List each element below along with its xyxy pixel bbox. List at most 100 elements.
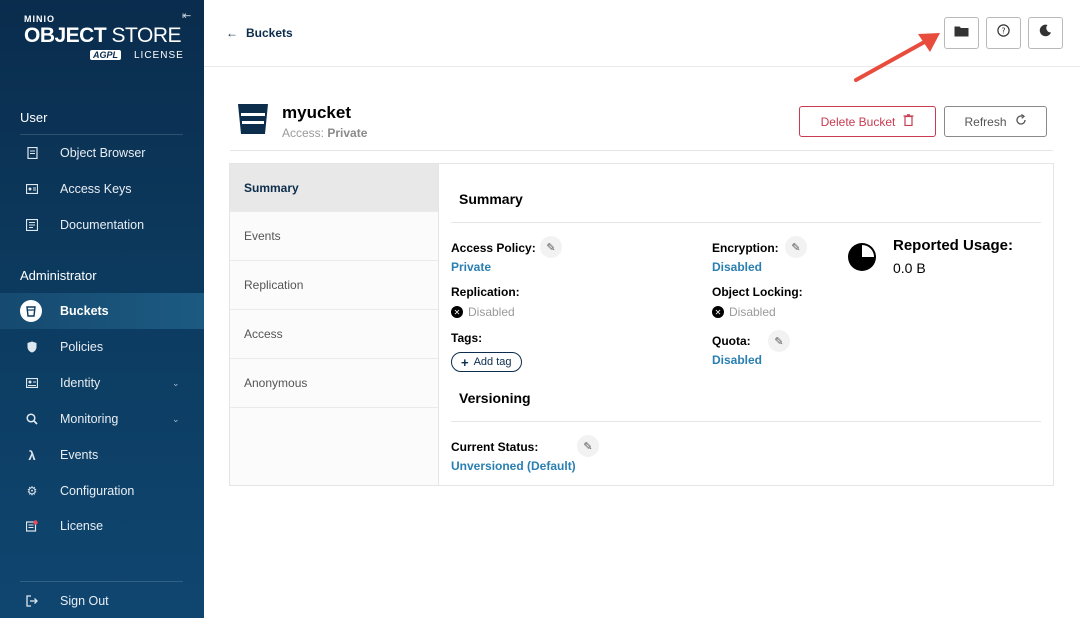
minio-logo: MINIO OBJECT STORE AGPL LICENSE [24, 12, 184, 68]
gear-icon: ⚙ [26, 484, 38, 498]
edit-access-policy-button[interactable]: ✎ [540, 236, 562, 258]
tab-replication[interactable]: Replication [230, 261, 438, 310]
sidebar-item-object-browser[interactable]: Object Browser [0, 135, 204, 171]
sidebar-item-label: License [60, 519, 104, 533]
logo-title: OBJECT STORE [24, 24, 182, 47]
document-icon [24, 217, 40, 233]
sidebar-item-label: Documentation [60, 218, 145, 232]
bucket-icon [20, 300, 42, 322]
back-to-buckets-link[interactable]: ← Buckets [226, 26, 293, 40]
license-icon [24, 518, 40, 534]
encryption-label: Encryption: [712, 241, 779, 255]
edit-versioning-button[interactable]: ✎ [577, 435, 599, 457]
tab-anonymous[interactable]: Anonymous [230, 359, 438, 408]
sidebar-item-label: Identity [60, 376, 101, 390]
refresh-button[interactable]: Refresh [944, 106, 1047, 137]
sign-out-icon [24, 593, 40, 609]
add-tag-button[interactable]: + Add tag [451, 352, 522, 372]
lambda-icon: λ [28, 447, 36, 463]
logo-brand: MINIO [24, 14, 55, 24]
sidebar-item-label: Access Keys [60, 182, 132, 196]
divider [20, 581, 183, 582]
quota-value[interactable]: Disabled [712, 353, 762, 367]
disabled-x-icon: ✕ [712, 306, 724, 318]
pencil-icon: ✎ [546, 241, 556, 254]
section-title-administrator: Administrator [20, 268, 97, 283]
encryption-value[interactable]: Disabled [712, 260, 762, 274]
sidebar-item-license[interactable]: License [0, 508, 204, 544]
id-card-icon [24, 375, 40, 391]
sidebar-item-events[interactable]: λ Events [0, 437, 204, 473]
divider [451, 421, 1041, 422]
plus-icon: + [461, 354, 469, 370]
logo-agpl-badge: AGPL [90, 50, 122, 60]
tab-summary[interactable]: Summary [230, 164, 438, 212]
chevron-down-icon: ⌄ [172, 413, 180, 424]
disabled-x-icon: ✕ [451, 306, 463, 318]
bucket-access: Access: Private [282, 126, 368, 140]
summary-title: Summary [459, 191, 523, 207]
trash-icon [903, 114, 914, 129]
tab-list: Summary Events Replication Access Anonym… [230, 164, 439, 485]
sidebar-item-identity[interactable]: Identity ⌄ [0, 365, 204, 401]
sidebar-item-label: Buckets [60, 304, 109, 318]
divider [230, 150, 1053, 151]
sidebar-item-policies[interactable]: Policies [0, 329, 204, 365]
key-card-icon [24, 181, 40, 197]
add-tag-label: Add tag [473, 356, 512, 368]
help-button[interactable]: ? [986, 17, 1021, 49]
collapse-sidebar-icon[interactable]: ⇤ [182, 9, 196, 23]
sidebar: MINIO OBJECT STORE AGPL LICENSE ⇤ User O… [0, 0, 204, 618]
access-policy-label: Access Policy: [451, 241, 536, 255]
edit-quota-button[interactable]: ✎ [768, 330, 790, 352]
magnifier-icon [24, 411, 40, 427]
access-value: Private [327, 126, 368, 140]
sidebar-item-label: Monitoring [60, 412, 119, 426]
quota-label: Quota: [712, 334, 751, 348]
pencil-icon: ✎ [791, 241, 801, 254]
sidebar-item-label: Object Browser [60, 146, 146, 160]
refresh-icon [1015, 113, 1027, 129]
sidebar-item-label: Policies [60, 340, 104, 354]
divider [451, 222, 1041, 223]
sign-out-label: Sign Out [60, 594, 109, 608]
object-locking-value: ✕ Disabled [712, 305, 776, 319]
object-browser-button[interactable] [944, 17, 979, 49]
tab-access[interactable]: Access [230, 310, 438, 359]
delete-bucket-button[interactable]: Delete Bucket [799, 106, 936, 137]
file-icon [24, 145, 40, 161]
reported-usage-value: 0.0 B [893, 260, 926, 276]
dark-mode-icon [1039, 24, 1052, 42]
sidebar-item-configuration[interactable]: ⚙ Configuration [0, 473, 204, 509]
dark-mode-button[interactable] [1028, 17, 1063, 49]
pencil-icon: ✎ [774, 335, 784, 348]
tab-events[interactable]: Events [230, 212, 438, 261]
sidebar-item-buckets[interactable]: Buckets [0, 293, 204, 329]
current-status-value[interactable]: Unversioned (Default) [451, 459, 576, 473]
bucket-name: myucket [282, 103, 351, 122]
sidebar-item-monitoring[interactable]: Monitoring ⌄ [0, 401, 204, 437]
sign-out-button[interactable]: Sign Out [0, 583, 204, 618]
pencil-icon: ✎ [583, 440, 593, 453]
back-label: Buckets [246, 26, 293, 40]
chevron-down-icon: ⌄ [172, 377, 180, 388]
object-locking-label: Object Locking: [712, 285, 803, 299]
help-icon: ? [997, 24, 1010, 42]
versioning-title: Versioning [459, 390, 531, 406]
refresh-label: Refresh [964, 114, 1007, 129]
sidebar-item-label: Events [60, 448, 99, 462]
folder-icon [954, 24, 969, 42]
sidebar-item-documentation[interactable]: Documentation [0, 207, 204, 243]
sidebar-item-access-keys[interactable]: Access Keys [0, 171, 204, 207]
bucket-details-panel: Summary Events Replication Access Anonym… [229, 163, 1054, 486]
annotation-arrow [854, 33, 940, 82]
delete-bucket-label: Delete Bucket [820, 114, 896, 129]
replication-value: ✕ Disabled [451, 305, 515, 319]
edit-encryption-button[interactable]: ✎ [785, 236, 807, 258]
top-bar: ← Buckets ? [204, 0, 1080, 67]
reported-usage-label: Reported Usage: [893, 237, 1014, 254]
section-title-user: User [20, 110, 48, 125]
current-status-label: Current Status: [451, 440, 539, 454]
access-policy-value[interactable]: Private [451, 260, 491, 274]
shield-icon [24, 339, 40, 355]
